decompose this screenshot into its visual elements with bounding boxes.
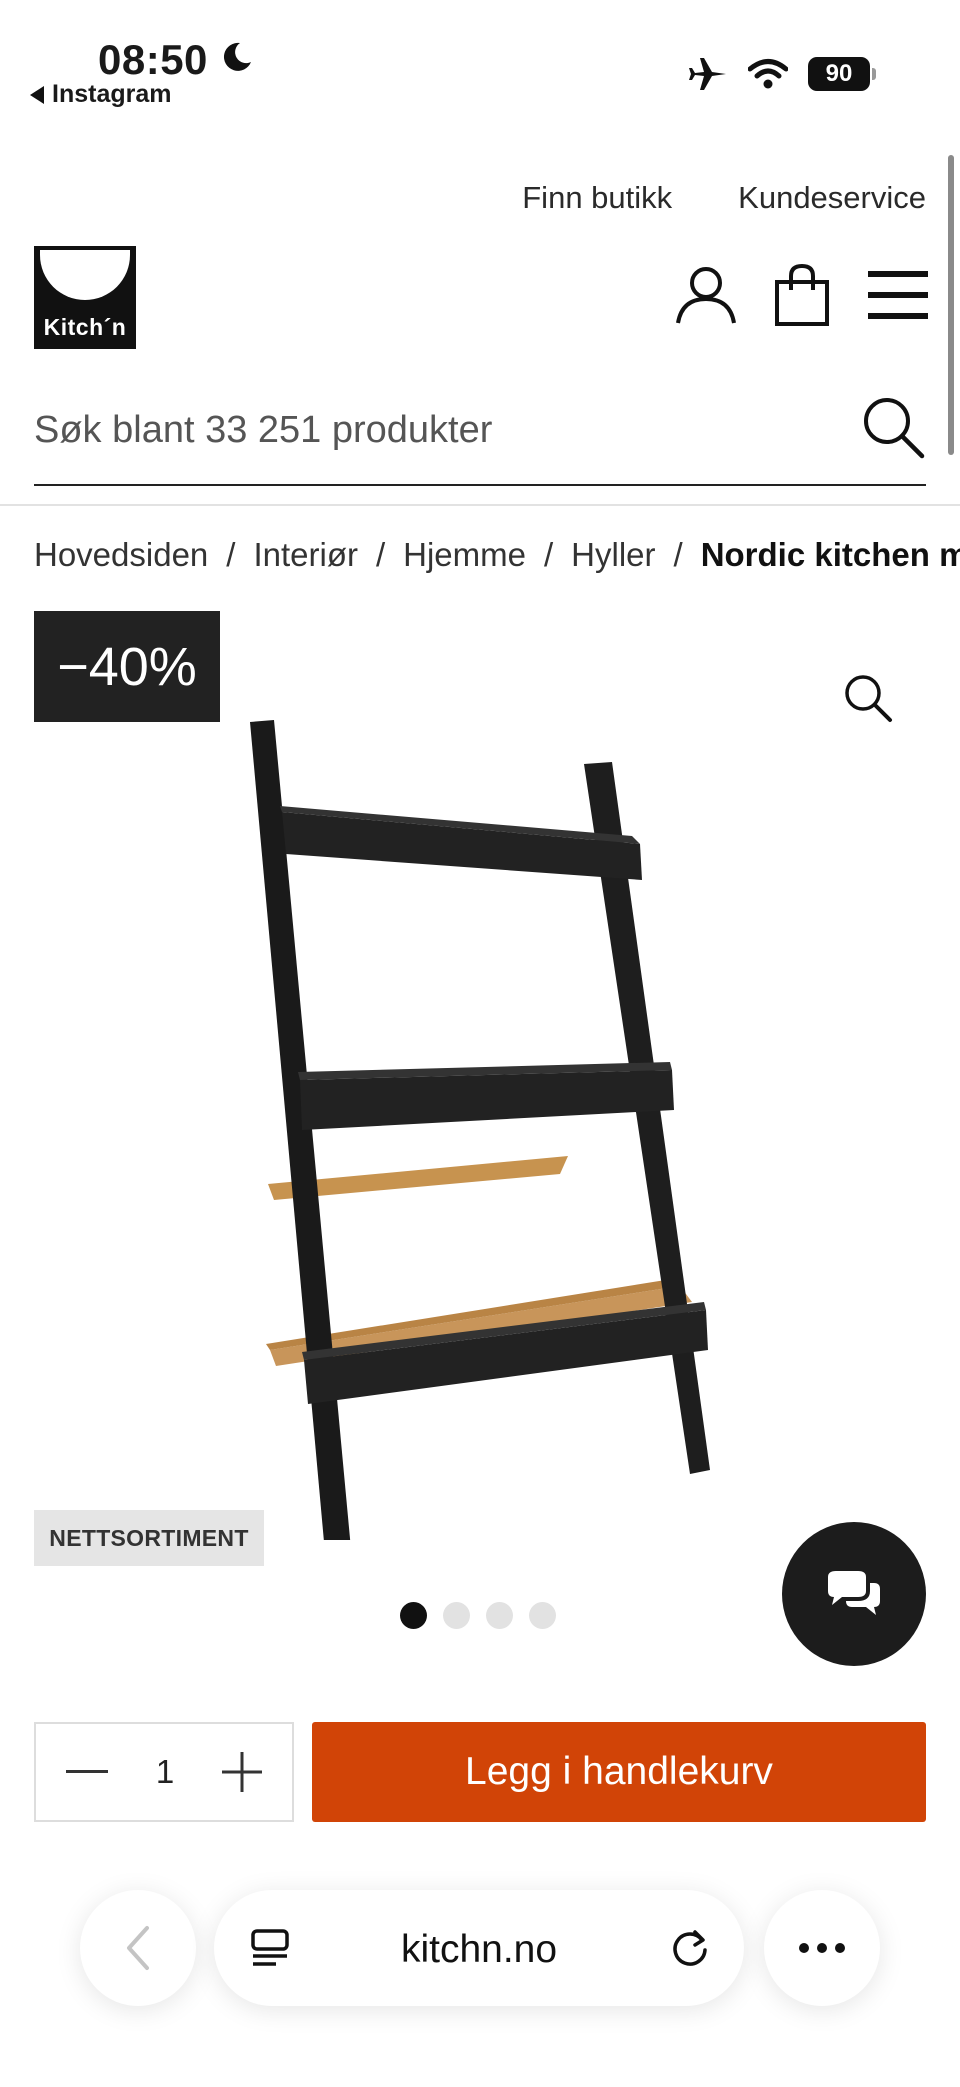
zoom-icon[interactable]: [842, 672, 894, 724]
search-icon[interactable]: [860, 394, 926, 460]
carousel-dot-4[interactable]: [529, 1602, 556, 1629]
more-options-button[interactable]: [764, 1890, 880, 2006]
header-divider: [0, 504, 960, 506]
customer-service-link[interactable]: Kundeservice: [738, 180, 926, 216]
breadcrumb-separator: /: [673, 536, 683, 573]
more-icon: [817, 1943, 827, 1953]
carousel-dots: [400, 1602, 556, 1629]
breadcrumb-interior[interactable]: Interiør: [253, 536, 358, 574]
logo[interactable]: Kitch´n: [34, 246, 136, 349]
breadcrumb-current: Nordic kitchen m: [700, 536, 960, 573]
more-icon: [835, 1943, 845, 1953]
breadcrumb-shelves[interactable]: Hyller: [571, 536, 655, 574]
carousel-dot-3[interactable]: [486, 1602, 513, 1629]
chat-icon: [828, 1571, 880, 1615]
status-icons: 90: [688, 56, 876, 92]
header-icons: [674, 262, 930, 328]
address-bar[interactable]: kitchn.no: [214, 1890, 744, 2006]
carousel-dot-1[interactable]: [400, 1602, 427, 1629]
breadcrumb-home[interactable]: Hovedsiden: [34, 536, 208, 574]
battery-indicator: 90: [808, 57, 876, 91]
web-assortment-badge: NETTSORTIMENT: [34, 1510, 264, 1566]
moon-icon: [223, 42, 251, 71]
airplane-icon: [689, 58, 726, 90]
discount-badge: −40%: [34, 611, 220, 722]
clock: 08:50: [98, 36, 208, 83]
menu-icon[interactable]: [866, 267, 930, 323]
minus-icon[interactable]: [66, 1769, 108, 1775]
back-app-label: Instagram: [52, 80, 172, 108]
find-store-link[interactable]: Finn butikk: [522, 180, 672, 216]
chat-button[interactable]: [782, 1522, 926, 1666]
status-bar: 08:50 Instagram 90: [0, 0, 960, 140]
back-icon: [127, 1926, 149, 1970]
quantity-value[interactable]: 1: [156, 1753, 174, 1791]
breadcrumb: Hovedsiden / Interiør / Hjemme / Hyller …: [34, 536, 960, 574]
breadcrumb-separator: /: [226, 536, 236, 573]
logo-text: Kitch´n: [43, 314, 127, 340]
reload-icon[interactable]: [668, 1926, 712, 1970]
back-to-app-link[interactable]: Instagram: [30, 80, 171, 109]
breadcrumb-separator: /: [375, 536, 386, 573]
more-icon: [799, 1943, 809, 1953]
breadcrumb-home-category[interactable]: Hjemme: [403, 536, 526, 574]
breadcrumb-separator: /: [544, 536, 554, 573]
back-triangle-icon: [30, 85, 44, 104]
search-bar: [34, 380, 926, 486]
ladder-rail-middle: [300, 1070, 674, 1130]
shopping-bag-icon[interactable]: [772, 262, 832, 328]
logo-mark: [40, 250, 130, 300]
top-links: Finn butikk Kundeservice: [522, 180, 926, 216]
scroll-indicator[interactable]: [948, 155, 954, 455]
plus-icon[interactable]: [221, 1752, 262, 1792]
add-to-cart-button[interactable]: Legg i handlekurv: [312, 1722, 926, 1822]
quantity-stepper: 1: [34, 1722, 294, 1822]
user-icon[interactable]: [674, 263, 738, 327]
carousel-dot-2[interactable]: [443, 1602, 470, 1629]
browser-back-button[interactable]: [80, 1890, 196, 2006]
product-gallery[interactable]: −40% NETTSORTIMENT: [0, 610, 960, 1666]
url-text: kitchn.no: [400, 1928, 558, 1971]
browser-toolbar: kitchn.no: [0, 1870, 960, 2030]
search-input[interactable]: [34, 398, 834, 462]
wifi-icon: [748, 59, 788, 89]
product-image: [250, 720, 710, 1540]
